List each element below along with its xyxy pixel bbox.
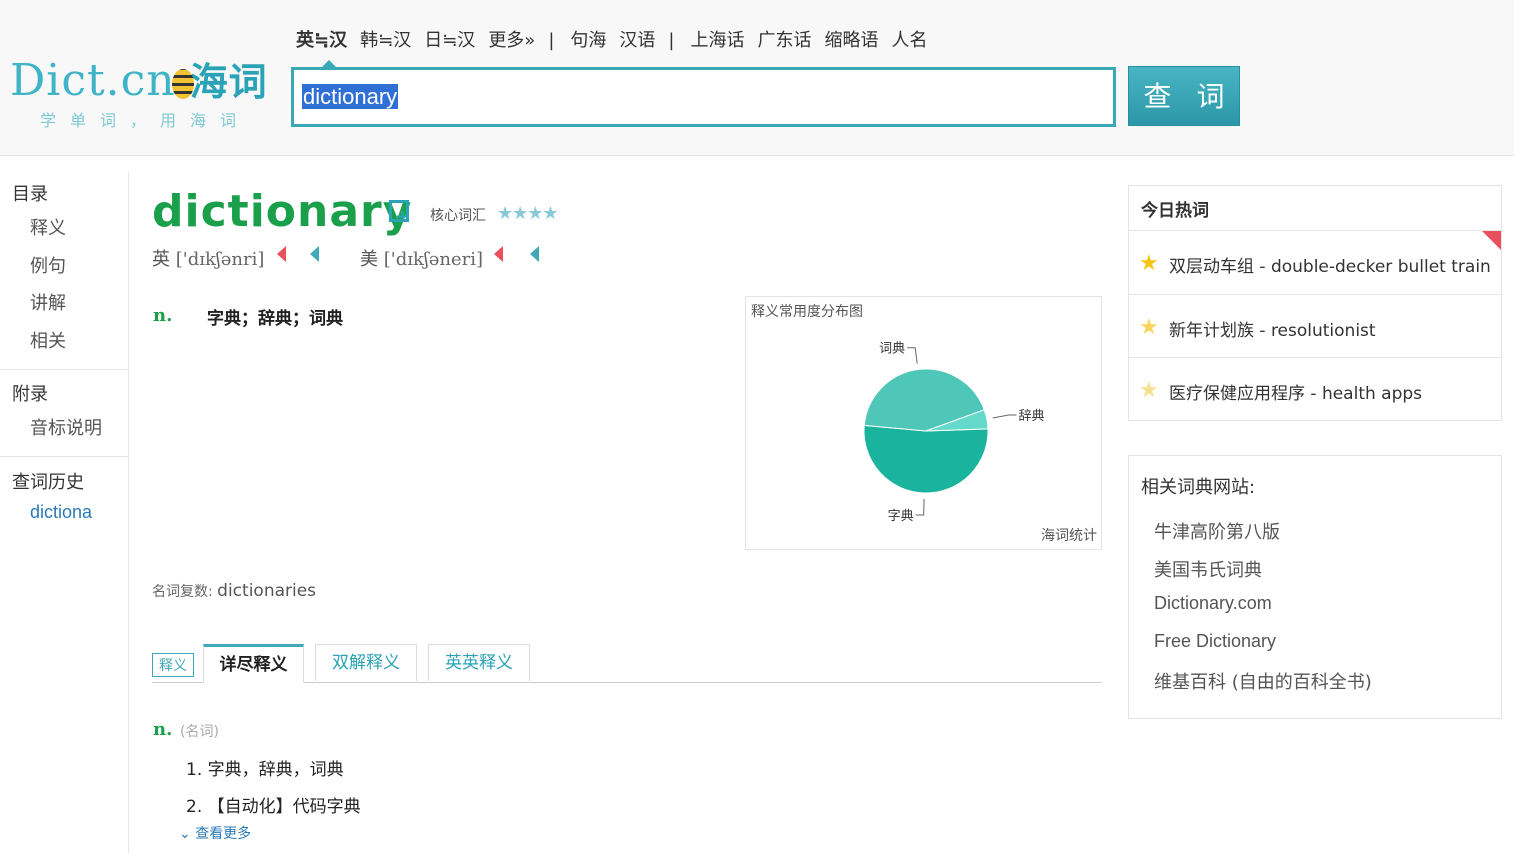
entry-word: dictionary — [152, 186, 413, 237]
show-more-label: 查看更多 — [195, 826, 252, 842]
related-dictionaries-panel: 相关词典网站: 牛津高阶第八版 美国韦氏词典 Dictionary.com Fr… — [1128, 455, 1502, 719]
hot-word-text: 医疗保健应用程序 - health apps — [1169, 384, 1423, 404]
lang-nav-item[interactable]: 缩略语 — [824, 30, 878, 51]
pie-label: 词典 — [879, 342, 905, 357]
us-label: 美 — [360, 249, 378, 270]
uk-ipa: ['dɪkʃənri] — [175, 249, 265, 270]
logo-text: Dict.cn — [10, 55, 176, 106]
tab-detailed[interactable]: 详尽释义 — [203, 644, 304, 683]
definition-tag: 释义 — [152, 653, 194, 677]
plural-label: 名词复数: — [152, 584, 213, 600]
lang-nav-item[interactable]: 人名 — [891, 30, 927, 51]
hot-word-text: 双层动车组 - double-decker bullet train — [1169, 257, 1491, 277]
us-ipa: ['dɪkʃəneri] — [383, 249, 484, 270]
search-pointer — [321, 60, 337, 68]
hot-word-item[interactable]: ★ 双层动车组 - double-decker bullet train — [1129, 230, 1501, 295]
pie-svg: 字典 词典辞典 — [863, 342, 1044, 524]
site-logo[interactable]: Dict.cn 海词 学单词，用海词 — [10, 56, 268, 131]
search-input-value: dictionary — [302, 84, 399, 109]
detail-pos-cn: (名词) — [180, 724, 219, 740]
logo-cn: 海词 — [189, 60, 268, 104]
nav-separator: | — [668, 30, 675, 51]
bee-icon — [171, 68, 194, 99]
related-link[interactable]: Free Dictionary — [1154, 631, 1276, 652]
history-title: 查词历史 — [12, 472, 84, 493]
uk-label: 英 — [152, 249, 170, 270]
speaker-female-icon[interactable] — [277, 246, 286, 262]
lang-nav-item[interactable]: 日≒汉 — [424, 30, 475, 51]
toc-title: 目录 — [12, 184, 48, 205]
star-icon: ★ — [1139, 315, 1159, 340]
add-to-wordbook-icon[interactable] — [389, 200, 410, 227]
lang-nav-item[interactable]: 英≒汉 — [296, 30, 347, 51]
chart-source: 海词统计 — [1041, 528, 1097, 544]
level-label: 核心词汇 — [430, 208, 486, 224]
hot-word-item[interactable]: ★ 新年计划族 - resolutionist — [1129, 294, 1501, 359]
lang-nav-item[interactable]: 汉语 — [619, 30, 655, 51]
hot-words-panel: 今日热词 ★ 双层动车组 - double-decker bullet trai… — [1128, 185, 1502, 421]
related-link[interactable]: 美国韦氏词典 — [1154, 556, 1262, 582]
divider — [0, 456, 128, 457]
language-nav: 英≒汉 韩≒汉 日≒汉 更多» | 句海 汉语 | 上海话 广东话 缩略语 人名 — [296, 26, 940, 52]
related-link[interactable]: Dictionary.com — [1154, 593, 1272, 614]
history-item[interactable]: dictiona — [30, 502, 92, 523]
tab-bilingual[interactable]: 双解释义 — [315, 644, 417, 681]
lang-nav-item[interactable]: 更多» — [488, 30, 535, 51]
definition-tabs: 释义 详尽释义 双解释义 英英释义 — [152, 644, 1102, 683]
star-icon: ★ — [1139, 378, 1159, 403]
related-link[interactable]: 牛津高阶第八版 — [1154, 518, 1280, 544]
pie-label-line — [915, 498, 925, 516]
short-definition: 字典；辞典；词典 — [207, 309, 343, 329]
lang-nav-item[interactable]: 上海话 — [690, 30, 744, 51]
search-button[interactable]: 查 词 — [1128, 66, 1240, 126]
search-box[interactable]: dictionary — [291, 60, 1116, 127]
part-of-speech: n. — [153, 305, 173, 326]
toc-item-related[interactable]: 相关 — [30, 327, 66, 353]
toc-item-explanation[interactable]: 讲解 — [30, 289, 66, 315]
hot-word-item[interactable]: ★ 医疗保健应用程序 - health apps — [1129, 357, 1501, 422]
divider — [0, 369, 128, 370]
star-icon: ★ — [1139, 251, 1159, 276]
us-pronunciation: 美 ['dɪkʃəneri] — [360, 245, 483, 271]
nav-separator: | — [548, 30, 555, 51]
related-link[interactable]: 维基百科 (自由的百科全书) — [1154, 668, 1372, 694]
detail-pos: n. — [153, 719, 173, 740]
definition-item: 1. 字典，辞典，词典 — [186, 760, 344, 780]
usage-pie-chart: 释义常用度分布图 字典 词典 辞典 海词统计 — [745, 296, 1102, 550]
pie-label: 辞典 — [1018, 409, 1044, 424]
tab-english[interactable]: 英英释义 — [428, 644, 530, 681]
toc-item-definition[interactable]: 释义 — [30, 214, 66, 240]
left-sidebar: 目录 释义 例句 讲解 相关 附录 音标说明 查词历史 dictiona — [0, 172, 129, 853]
speaker-male-icon[interactable] — [530, 246, 539, 262]
logo-slogan: 学单词，用海词 — [40, 111, 251, 130]
uk-pronunciation: 英 ['dɪkʃənri] — [152, 245, 264, 271]
plural-value: dictionaries — [217, 581, 317, 601]
show-more-link[interactable]: ⌄ 查看更多 — [179, 823, 251, 843]
lang-nav-item[interactable]: 句海 — [570, 30, 606, 51]
definition-item: 2. 【自动化】代码字典 — [186, 797, 361, 817]
appendix-item-phonetics[interactable]: 音标说明 — [30, 414, 102, 440]
pie-slice-字典 — [863, 424, 989, 494]
speaker-female-icon[interactable] — [494, 246, 503, 262]
pie-label-line — [992, 414, 1017, 419]
related-title: 相关词典网站: — [1141, 477, 1256, 498]
header: Dict.cn 海词 学单词，用海词 英≒汉 韩≒汉 日≒汉 更多» | 句海 汉语 | 上海话广… — [0, 0, 1514, 156]
pie-label-line — [907, 347, 918, 364]
lang-nav-item[interactable]: 韩≒汉 — [360, 30, 411, 51]
speaker-male-icon[interactable] — [310, 246, 319, 262]
hot-words-title: 今日热词 — [1141, 201, 1209, 221]
star-rating: ★★★★ — [497, 203, 559, 224]
pie-label: 字典 — [888, 509, 914, 524]
toc-item-examples[interactable]: 例句 — [30, 252, 66, 278]
chevron-down-icon: ⌄ — [179, 826, 191, 842]
lang-nav-item[interactable]: 广东话 — [757, 30, 811, 51]
plural-form: 名词复数: dictionaries — [152, 581, 316, 601]
appendix-title: 附录 — [12, 384, 48, 405]
hot-word-text: 新年计划族 - resolutionist — [1169, 321, 1376, 341]
search-input[interactable]: dictionary — [302, 84, 399, 110]
